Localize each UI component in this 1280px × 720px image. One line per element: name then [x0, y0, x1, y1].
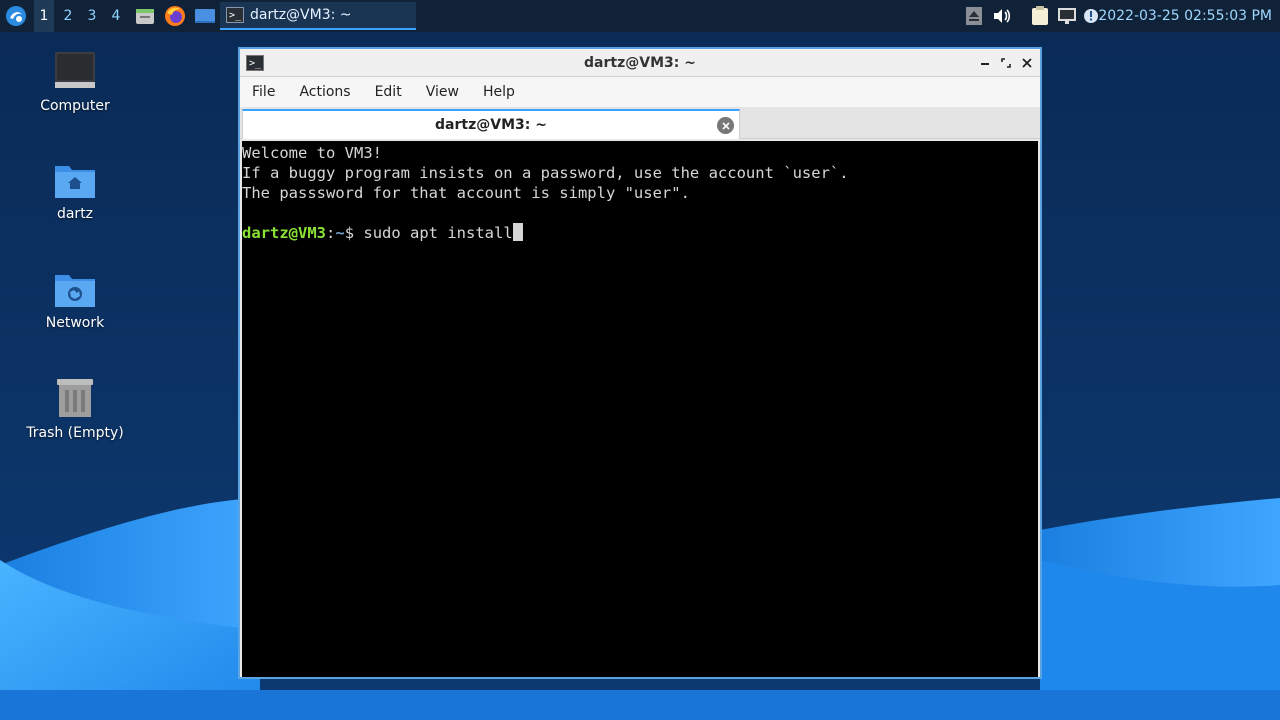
- desktop-icon-label: Computer: [40, 98, 110, 114]
- taskbar-terminal-label: dartz@VM3: ~: [250, 7, 352, 23]
- eject-button[interactable]: [964, 0, 984, 32]
- file-manager-launcher[interactable]: [132, 0, 158, 32]
- menu-file[interactable]: File: [240, 77, 287, 107]
- desktop-icon-network[interactable]: Network: [15, 269, 135, 331]
- menu-actions[interactable]: Actions: [287, 77, 362, 107]
- network-status-button[interactable]: [1056, 0, 1078, 32]
- prompt-path: ~: [335, 224, 345, 242]
- terminal-output[interactable]: Welcome to VM3! If a buggy program insis…: [242, 141, 1038, 677]
- tab-bar: dartz@VM3: ~: [240, 107, 1040, 139]
- terminal-line: Welcome to VM3!: [242, 144, 382, 162]
- terminal-line: The passsword for that account is simply…: [242, 184, 690, 202]
- workspace-2[interactable]: 2: [58, 0, 78, 32]
- minimize-icon: [981, 63, 989, 65]
- workspace-3[interactable]: 3: [82, 0, 102, 32]
- tab-title: dartz@VM3: ~: [435, 117, 547, 133]
- home-folder-icon: [55, 166, 95, 198]
- window-titlebar[interactable]: >_ dartz@VM3: ~: [240, 49, 1040, 77]
- desktop-icon-computer[interactable]: Computer: [15, 50, 135, 114]
- prompt-user-host: dartz@VM3: [242, 224, 326, 242]
- desktop-icon-label: dartz: [56, 206, 94, 222]
- network-folder-icon: [55, 275, 95, 307]
- tab-close-button[interactable]: [717, 117, 734, 134]
- eject-icon: [966, 7, 982, 25]
- close-icon: [1022, 58, 1032, 68]
- tab-terminal[interactable]: dartz@VM3: ~: [242, 109, 740, 139]
- desktop-icon-trash[interactable]: Trash (Empty): [15, 377, 135, 441]
- prompt-separator: :: [326, 224, 336, 242]
- close-button[interactable]: [1017, 53, 1037, 73]
- workspace-1[interactable]: 1: [34, 0, 54, 32]
- desktop-icon: [195, 9, 215, 23]
- top-panel: 1 2 3 4 >_ dartz@VM3: ~ 2022-03-25 02:55…: [0, 0, 1280, 32]
- volume-icon: [994, 9, 1011, 23]
- monitor-icon: [55, 52, 95, 88]
- volume-button[interactable]: [990, 0, 1014, 32]
- menu-view[interactable]: View: [414, 77, 471, 107]
- show-desktop-button[interactable]: [192, 0, 218, 32]
- text-cursor: [512, 223, 523, 241]
- info-icon: [1084, 9, 1098, 23]
- terminal-icon: >_: [226, 7, 244, 23]
- clipboard-button[interactable]: [1028, 0, 1052, 32]
- terminal-prompt-line[interactable]: dartz@VM3:~$ sudo apt install: [242, 223, 1038, 243]
- maximize-icon: [1001, 58, 1011, 68]
- taskbar-terminal-button[interactable]: >_ dartz@VM3: ~: [220, 2, 416, 30]
- menu-edit[interactable]: Edit: [363, 77, 414, 107]
- close-icon: [721, 121, 730, 130]
- terminal-window: >_ dartz@VM3: ~ File Actions Edit View H…: [238, 47, 1042, 679]
- app-menu-button[interactable]: [2, 0, 30, 32]
- window-title: dartz@VM3: ~: [584, 55, 696, 71]
- desktop-icon-label: Trash (Empty): [26, 425, 124, 441]
- workspace-4[interactable]: 4: [106, 0, 126, 32]
- network-icon: [1058, 8, 1076, 24]
- menu-help[interactable]: Help: [471, 77, 527, 107]
- file-manager-icon: [136, 9, 154, 24]
- firefox-icon: [165, 6, 185, 26]
- terminal-line: If a buggy program insists on a password…: [242, 164, 849, 182]
- trash-icon: [57, 379, 93, 417]
- desktop-icon-label: Network: [45, 315, 105, 331]
- clipboard-icon: [1032, 6, 1048, 25]
- command-input[interactable]: sudo apt install: [363, 224, 512, 242]
- firefox-launcher[interactable]: [162, 0, 188, 32]
- prompt-symbol: $: [344, 224, 364, 242]
- minimize-button[interactable]: [975, 53, 995, 73]
- menu-bar: File Actions Edit View Help: [240, 77, 1040, 107]
- lubuntu-logo-icon: [6, 6, 26, 26]
- maximize-button[interactable]: [996, 53, 1016, 73]
- panel-clock[interactable]: 2022-03-25 02:55:03 PM: [1098, 0, 1272, 32]
- notification-button[interactable]: [1082, 0, 1100, 32]
- desktop-icon-home[interactable]: dartz: [15, 160, 135, 222]
